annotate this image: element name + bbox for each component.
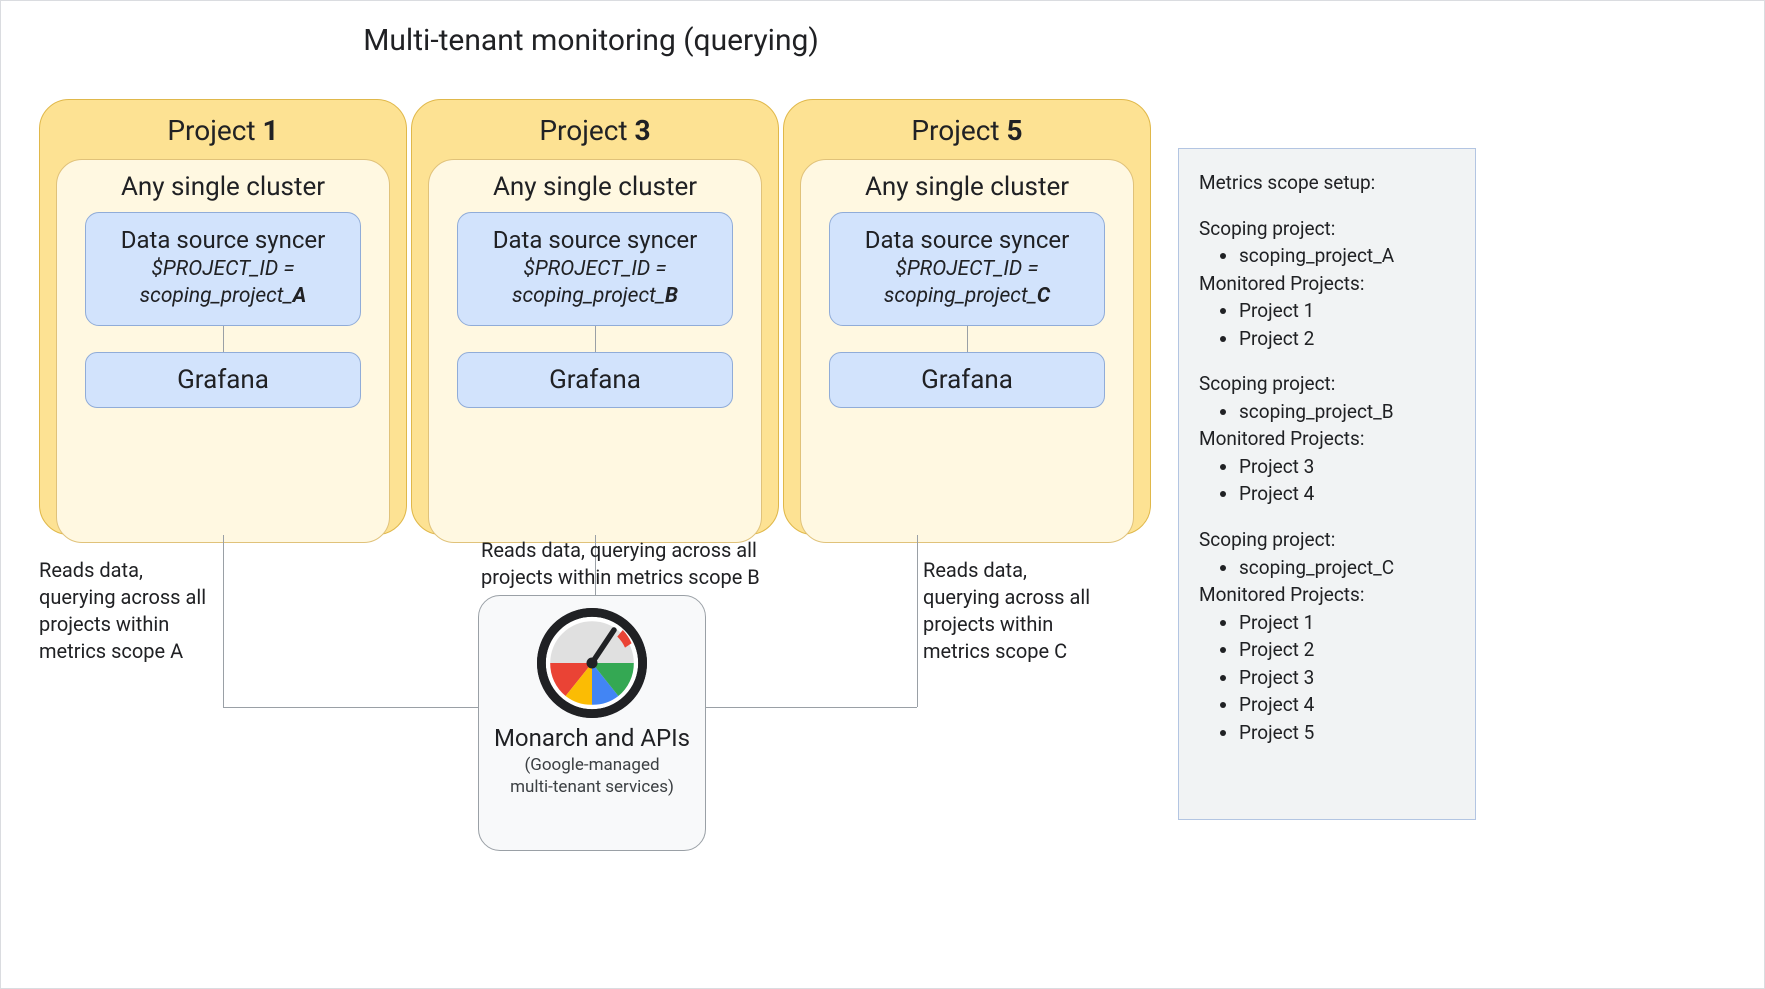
project-label-pre: Project (167, 114, 262, 147)
monitored-project: Project 4 (1239, 480, 1459, 508)
syncer-var: $PROJECT_ID = (838, 256, 1096, 283)
monitored-project: Project 1 (1239, 609, 1459, 637)
monitored-project: Project 4 (1239, 691, 1459, 719)
syncer-var: $PROJECT_ID = (466, 256, 724, 283)
monitoring-gauge-icon (479, 608, 705, 718)
project-label-num: 1 (263, 114, 279, 147)
annotation-scope-b: Reads data, querying across all projects… (481, 537, 791, 591)
monitored-label: Monitored Projects: (1199, 581, 1459, 609)
connector-line (223, 707, 478, 708)
project-label-num: 3 (635, 114, 651, 147)
connector-line (706, 707, 917, 708)
grafana-box-3: Grafana (457, 352, 733, 408)
project-label-pre: Project (539, 114, 634, 147)
project-label-num: 5 (1007, 114, 1023, 147)
project-title-3: Project 3 (412, 114, 778, 159)
monitored-project: Project 1 (1239, 297, 1459, 325)
data-source-syncer-5: Data source syncer $PROJECT_ID = scoping… (829, 212, 1105, 326)
connector-line (967, 326, 968, 352)
cluster-box-3: Any single cluster Data source syncer $P… (428, 159, 762, 543)
scope-block-a: Scoping project: scoping_project_A Monit… (1199, 215, 1459, 353)
project-box-3: Project 3 Any single cluster Data source… (411, 99, 779, 535)
project-box-5: Project 5 Any single cluster Data source… (783, 99, 1151, 535)
cluster-box-5: Any single cluster Data source syncer $P… (800, 159, 1134, 543)
scope-block-b: Scoping project: scoping_project_B Monit… (1199, 370, 1459, 508)
cluster-title: Any single cluster (801, 172, 1133, 212)
scoping-value: scoping_project_C (1239, 554, 1459, 582)
scoping-value: scoping_project_B (1239, 398, 1459, 426)
scoping-value: scoping_project_A (1239, 242, 1459, 270)
monitored-label: Monitored Projects: (1199, 270, 1459, 298)
project-title-5: Project 5 (784, 114, 1150, 159)
project-title-1: Project 1 (40, 114, 406, 159)
cluster-title: Any single cluster (429, 172, 761, 212)
scoping-label: Scoping project: (1199, 526, 1459, 554)
cluster-box-1: Any single cluster Data source syncer $P… (56, 159, 390, 543)
connector-line (917, 535, 918, 707)
diagram-canvas: Multi-tenant monitoring (querying) Proje… (0, 0, 1765, 989)
monitored-project: Project 5 (1239, 719, 1459, 747)
data-source-syncer-1: Data source syncer $PROJECT_ID = scoping… (85, 212, 361, 326)
monitored-project: Project 3 (1239, 664, 1459, 692)
syncer-var: $PROJECT_ID = (94, 256, 352, 283)
monitored-project: Project 3 (1239, 453, 1459, 481)
monitored-project: Project 2 (1239, 636, 1459, 664)
connector-line (223, 535, 224, 707)
metrics-scope-panel: Metrics scope setup: Scoping project: sc… (1178, 148, 1476, 820)
scoping-label: Scoping project: (1199, 370, 1459, 398)
syncer-top: Data source syncer (94, 225, 352, 256)
annotation-scope-c: Reads data, querying across all projects… (923, 557, 1093, 665)
diagram-title: Multi-tenant monitoring (querying) (1, 23, 1181, 58)
monitored-project: Project 2 (1239, 325, 1459, 353)
syncer-scope: scoping_project_B (466, 283, 724, 310)
side-header: Metrics scope setup: (1199, 169, 1459, 197)
scoping-label: Scoping project: (1199, 215, 1459, 243)
scope-block-c: Scoping project: scoping_project_C Monit… (1199, 526, 1459, 746)
project-label-pre: Project (911, 114, 1006, 147)
monarch-subtitle: (Google-managed multi-tenant services) (479, 754, 705, 798)
syncer-top: Data source syncer (466, 225, 724, 256)
cluster-title: Any single cluster (57, 172, 389, 212)
syncer-scope: scoping_project_A (94, 283, 352, 310)
data-source-syncer-3: Data source syncer $PROJECT_ID = scoping… (457, 212, 733, 326)
annotation-scope-a: Reads data, querying across all projects… (39, 557, 209, 665)
monarch-box: Monarch and APIs (Google-managed multi-t… (478, 595, 706, 851)
project-box-1: Project 1 Any single cluster Data source… (39, 99, 407, 535)
monarch-title: Monarch and APIs (479, 724, 705, 752)
grafana-box-1: Grafana (85, 352, 361, 408)
syncer-top: Data source syncer (838, 225, 1096, 256)
syncer-scope: scoping_project_C (838, 283, 1096, 310)
connector-line (595, 326, 596, 352)
monitored-label: Monitored Projects: (1199, 425, 1459, 453)
connector-line (223, 326, 224, 352)
grafana-box-5: Grafana (829, 352, 1105, 408)
